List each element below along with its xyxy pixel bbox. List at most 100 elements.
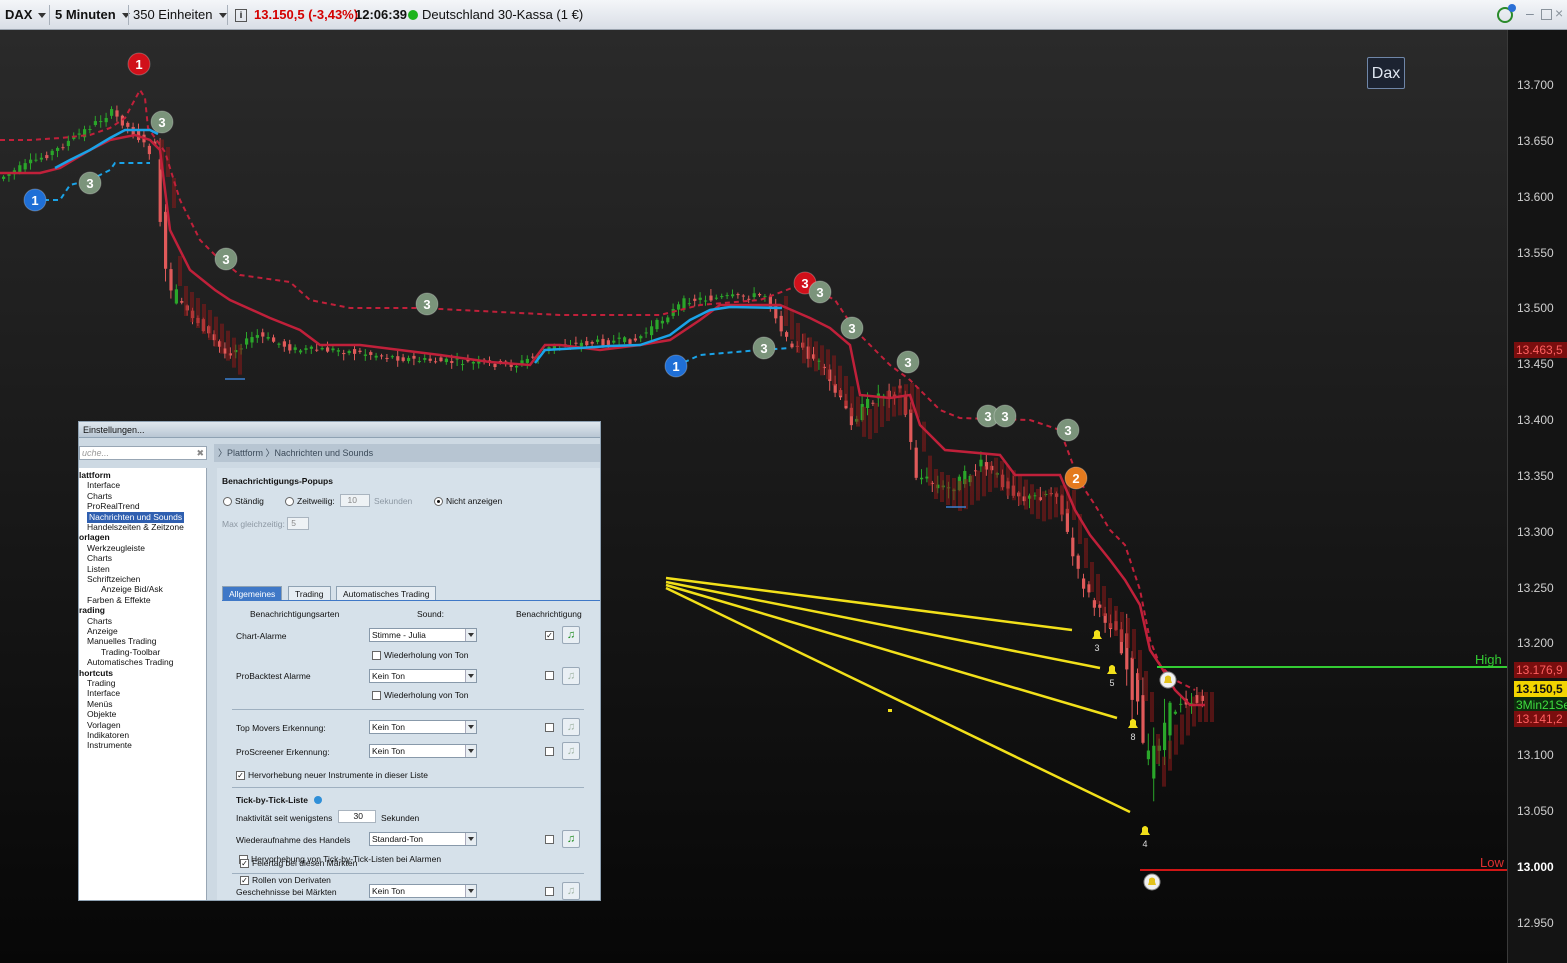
tree-item[interactable]: Charts (87, 491, 112, 502)
market-events-notify-checkbox[interactable] (545, 887, 554, 896)
radio-temporary[interactable] (285, 497, 294, 506)
timeframe-selector[interactable]: 5 Minuten (55, 5, 130, 25)
tree-item[interactable]: rading (79, 605, 105, 616)
shadow-candle (868, 409, 872, 439)
resume-notify-checkbox[interactable] (545, 835, 554, 844)
shadow-candle (964, 479, 968, 510)
holiday-checkbox[interactable]: ✓ (240, 859, 249, 868)
tab-auto-trading[interactable]: Automatisches Trading (336, 586, 437, 600)
y-tick: 13.250 (1517, 581, 1554, 595)
tree-item[interactable]: Charts (87, 616, 112, 627)
play-sound-icon[interactable]: ♫ (562, 626, 580, 644)
maximize-icon[interactable] (1541, 9, 1552, 20)
shadow-candle (928, 455, 932, 486)
candle-body (677, 304, 681, 310)
tree-item[interactable]: Schriftzeichen (87, 574, 140, 585)
tree-item[interactable]: Listen (87, 564, 110, 575)
chart-alarms-sound-select[interactable]: Stimme - Julia (369, 628, 477, 642)
candle-body (261, 332, 265, 337)
play-sound-icon[interactable]: ♫ (562, 830, 580, 848)
proscreener-sound-select[interactable]: Kein Ton (369, 744, 477, 758)
y-tick: 13.200 (1517, 636, 1554, 650)
play-sound-icon[interactable]: ♫ (562, 667, 580, 685)
play-sound-icon[interactable]: ♫ (562, 718, 580, 736)
tree-item[interactable]: Anzeige (87, 626, 118, 637)
select-value: Kein Ton (372, 722, 405, 732)
probacktest-sound-select[interactable]: Kein Ton (369, 669, 477, 683)
tree-item[interactable]: Interface (87, 688, 120, 699)
tree-item[interactable]: orlagen (79, 532, 110, 543)
y-tick: 13.650 (1517, 134, 1554, 148)
shadow-candle (1126, 618, 1130, 648)
resume-sound-select[interactable]: Standard-Ton (369, 832, 477, 846)
tree-item[interactable]: Menüs (87, 699, 113, 710)
y-tick: 13.050 (1517, 804, 1554, 818)
timeframe-label: 5 Minuten (55, 7, 116, 22)
shadow-candle (202, 304, 206, 334)
tree-item[interactable]: Manuelles Trading (87, 636, 156, 647)
tree-item[interactable]: Farben & Effekte (87, 595, 151, 606)
proscreener-notify-checkbox[interactable] (545, 747, 554, 756)
candle-body (612, 340, 616, 343)
minimize-icon[interactable]: – (1526, 3, 1534, 23)
tree-item[interactable]: Trading (87, 678, 116, 689)
tree-item[interactable]: Interface (87, 480, 120, 491)
tick-list-header: Tick-by-Tick-Liste (236, 795, 308, 805)
candle-body (288, 344, 292, 351)
units-selector[interactable]: 350 Einheiten (133, 5, 227, 25)
candle-body (180, 301, 184, 303)
instrument-selector[interactable]: DAX (5, 5, 47, 25)
candle-body (88, 129, 92, 131)
market-events-sound-select[interactable]: Kein Ton (369, 884, 477, 898)
help-icon[interactable] (314, 796, 322, 804)
tree-item[interactable]: hortcuts (79, 668, 113, 679)
tree-item[interactable]: Automatisches Trading (87, 657, 173, 668)
temp-seconds-input[interactable]: 10 (340, 494, 370, 507)
tree-item[interactable]: ProRealTrend (87, 501, 140, 512)
candle-body (374, 355, 378, 358)
search-input[interactable]: uche... ✖ (79, 446, 207, 460)
candle-body (272, 337, 276, 342)
chart-alarms-repeat-checkbox[interactable] (372, 651, 381, 660)
clear-icon[interactable]: ✖ (196, 447, 204, 459)
candle-body (407, 357, 411, 362)
shadow-candle (196, 298, 200, 328)
tree-item[interactable]: Objekte (87, 709, 116, 720)
probacktest-notify-checkbox[interactable] (545, 671, 554, 680)
close-icon[interactable]: × (1555, 3, 1563, 23)
probacktest-repeat-checkbox[interactable] (372, 691, 381, 700)
tab-general[interactable]: Allgemeines (222, 586, 283, 600)
tree-item[interactable]: Instrumente (87, 740, 132, 751)
candle-body (380, 355, 384, 357)
max-input[interactable]: 5 (287, 517, 309, 530)
top-movers-notify-checkbox[interactable] (545, 723, 554, 732)
tree-item[interactable]: Nachrichten und Sounds (87, 511, 185, 523)
rollover-checkbox[interactable]: ✓ (240, 876, 249, 885)
radio-never[interactable] (434, 497, 443, 506)
top-movers-sound-select[interactable]: Kein Ton (369, 720, 477, 734)
tree-item[interactable]: Trading-Toolbar (101, 647, 160, 658)
shadow-candle (982, 466, 986, 497)
shadow-candle (784, 296, 788, 326)
info-icon[interactable]: i (235, 9, 247, 22)
chart-alarms-notify-checkbox[interactable]: ✓ (545, 631, 554, 640)
highlight-new-checkbox[interactable]: ✓ (236, 771, 245, 780)
tree-item[interactable]: Anzeige Bid/Ask (101, 584, 163, 595)
shadow-candle (934, 469, 938, 499)
tree-item[interactable]: Werkzeugleiste (87, 543, 145, 554)
tree-item[interactable]: Indikatoren (87, 730, 129, 741)
play-sound-icon[interactable]: ♫ (562, 742, 580, 760)
dax-label-button[interactable]: Dax (1367, 57, 1405, 89)
radio-always[interactable] (223, 497, 232, 506)
tree-item[interactable]: Vorlagen (87, 720, 121, 731)
tree-item[interactable]: Charts (87, 553, 112, 564)
signal-label: 3 (222, 252, 229, 267)
tree-item[interactable]: Handelszeiten & Zeitzone (87, 522, 184, 533)
inactivity-input[interactable]: 30 (338, 810, 376, 823)
tree-item[interactable]: lattform (79, 470, 111, 481)
notification-badge-icon (1508, 4, 1516, 12)
chevron-down-icon (465, 745, 476, 757)
candle-body (596, 339, 600, 342)
play-sound-icon[interactable]: ♫ (562, 882, 580, 900)
tab-trading[interactable]: Trading (288, 586, 331, 600)
